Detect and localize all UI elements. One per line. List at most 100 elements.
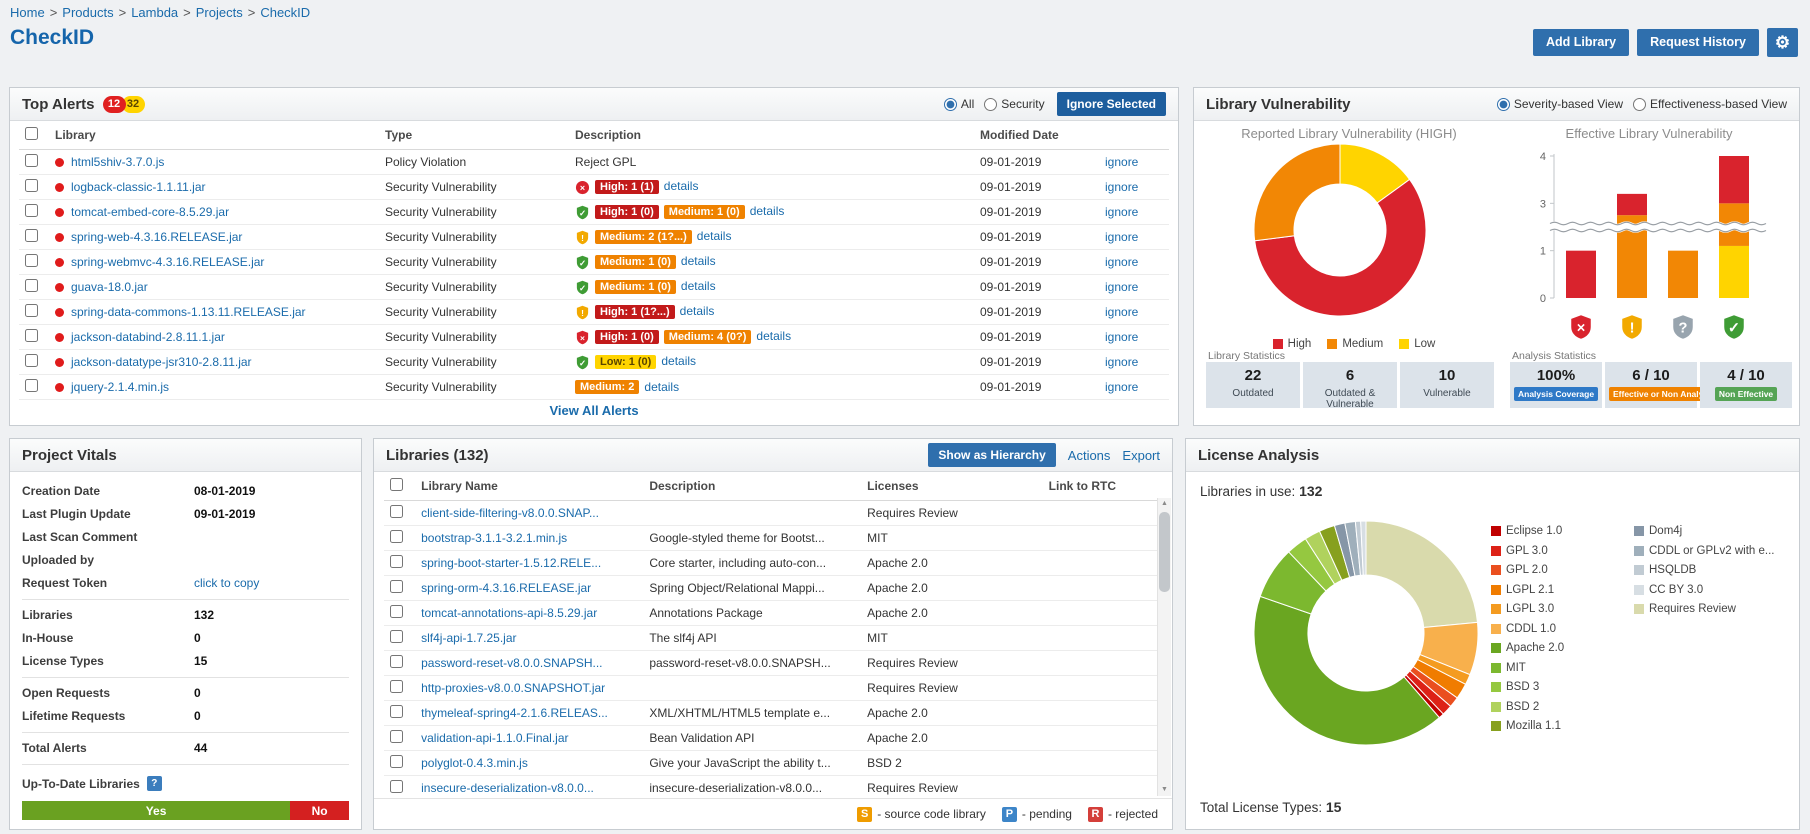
settings-gear-button[interactable]: ⚙ xyxy=(1767,28,1798,57)
ignore-link[interactable]: ignore xyxy=(1105,155,1138,169)
alert-filter-radio-all[interactable]: All xyxy=(944,97,974,111)
library-name-link[interactable]: bootstrap-3.1.1-3.2.1.min.js xyxy=(421,531,567,545)
alert-row-checkbox[interactable] xyxy=(25,229,38,242)
alert-row-checkbox[interactable] xyxy=(25,379,38,392)
breadcrumb-link-checkid[interactable]: CheckID xyxy=(260,5,310,20)
request-history-button[interactable]: Request History xyxy=(1637,29,1759,56)
details-link[interactable]: details xyxy=(750,204,785,218)
show-as-hierarchy-button[interactable]: Show as Hierarchy xyxy=(928,443,1055,467)
alert-row-checkbox[interactable] xyxy=(25,304,38,317)
details-link[interactable]: details xyxy=(756,329,791,343)
details-link[interactable]: details xyxy=(697,229,732,243)
library-name-link[interactable]: tomcat-annotations-api-8.5.29.jar xyxy=(421,606,597,620)
library-row-checkbox[interactable] xyxy=(390,530,403,543)
alert-library-link[interactable]: guava-18.0.jar xyxy=(71,280,148,294)
library-name-link[interactable]: spring-boot-starter-1.5.12.RELE... xyxy=(421,556,601,570)
library-row-checkbox[interactable] xyxy=(390,605,403,618)
library-row-checkbox[interactable] xyxy=(390,505,403,518)
library-row-checkbox[interactable] xyxy=(390,580,403,593)
legend-label: Mozilla 1.1 xyxy=(1506,720,1561,732)
alert-status-dot xyxy=(55,258,64,267)
view-all-alerts-link[interactable]: View All Alerts xyxy=(549,403,638,418)
alert-library-link[interactable]: spring-web-4.3.16.RELEASE.jar xyxy=(71,230,242,244)
vuln-view-radio-severity-based-view[interactable]: Severity-based View xyxy=(1497,97,1623,111)
ignore-selected-button[interactable]: Ignore Selected xyxy=(1057,92,1166,116)
alert-row-checkbox[interactable] xyxy=(25,204,38,217)
select-all-alerts-checkbox[interactable] xyxy=(25,127,38,140)
vuln-view-radio-input[interactable] xyxy=(1633,98,1646,111)
footer-legend-text: - pending xyxy=(1022,807,1072,821)
alert-library-link[interactable]: spring-webmvc-4.3.16.RELEASE.jar xyxy=(71,255,264,269)
ignore-link[interactable]: ignore xyxy=(1105,305,1138,319)
reported-vulnerability-donut-chart xyxy=(1252,142,1428,318)
svg-text:✓: ✓ xyxy=(579,282,586,292)
license-legend-item: Requires Review xyxy=(1634,603,1774,615)
alert-row-checkbox[interactable] xyxy=(25,279,38,292)
library-row-checkbox[interactable] xyxy=(390,780,403,793)
vuln-view-radio-effectiveness-based-view[interactable]: Effectiveness-based View xyxy=(1633,97,1787,111)
ignore-link[interactable]: ignore xyxy=(1105,355,1138,369)
breadcrumb-link-lambda[interactable]: Lambda xyxy=(131,5,178,20)
export-link[interactable]: Export xyxy=(1122,448,1160,463)
ignore-link[interactable]: ignore xyxy=(1105,180,1138,194)
alert-library-link[interactable]: jackson-databind-2.8.11.1.jar xyxy=(71,330,225,344)
alert-row-checkbox[interactable] xyxy=(25,154,38,167)
library-name-link[interactable]: password-reset-v8.0.0.SNAPSH... xyxy=(421,656,602,670)
alert-row-checkbox[interactable] xyxy=(25,329,38,342)
details-link[interactable]: details xyxy=(664,179,699,193)
library-row-checkbox[interactable] xyxy=(390,630,403,643)
details-link[interactable]: details xyxy=(681,254,716,268)
details-link[interactable]: details xyxy=(644,380,679,394)
library-row-checkbox[interactable] xyxy=(390,680,403,693)
scroll-up-arrow[interactable]: ▲ xyxy=(1158,498,1171,510)
library-row-checkbox[interactable] xyxy=(390,555,403,568)
library-name-link[interactable]: polyglot-0.4.3.min.js xyxy=(421,756,528,770)
help-icon[interactable]: ? xyxy=(147,776,162,791)
license-donut-chart xyxy=(1246,513,1486,753)
library-row-checkbox[interactable] xyxy=(390,730,403,743)
alert-library-link[interactable]: tomcat-embed-core-8.5.29.jar xyxy=(71,205,229,219)
alert-filter-radio-input[interactable] xyxy=(984,98,997,111)
library-row-checkbox[interactable] xyxy=(390,705,403,718)
library-name-link[interactable]: client-side-filtering-v8.0.0.SNAP... xyxy=(421,506,599,520)
breadcrumb-link-products[interactable]: Products xyxy=(62,5,113,20)
alert-row-checkbox[interactable] xyxy=(25,179,38,192)
library-row-checkbox[interactable] xyxy=(390,655,403,668)
alert-library-link[interactable]: jquery-2.1.4.min.js xyxy=(71,380,169,394)
ignore-link[interactable]: ignore xyxy=(1105,330,1138,344)
vertical-scrollbar[interactable]: ▲ ▼ xyxy=(1157,498,1171,796)
alert-library-link[interactable]: spring-data-commons-1.13.11.RELEASE.jar xyxy=(71,305,306,319)
alert-library-link[interactable]: logback-classic-1.1.11.jar xyxy=(71,180,206,194)
library-name-link[interactable]: insecure-deserialization-v8.0.0... xyxy=(421,781,594,795)
alert-row-checkbox[interactable] xyxy=(25,254,38,267)
library-name-link[interactable]: spring-orm-4.3.16.RELEASE.jar xyxy=(421,581,591,595)
scroll-down-arrow[interactable]: ▼ xyxy=(1158,784,1171,796)
breadcrumb-link-projects[interactable]: Projects xyxy=(196,5,243,20)
alert-library-link[interactable]: jackson-datatype-jsr310-2.8.11.jar xyxy=(71,355,252,369)
library-name-link[interactable]: thymeleaf-spring4-2.1.6.RELEAS... xyxy=(421,706,608,720)
details-link[interactable]: details xyxy=(680,304,715,318)
alert-filter-radio-security[interactable]: Security xyxy=(984,97,1044,111)
alert-library-link[interactable]: html5shiv-3.7.0.js xyxy=(71,155,164,169)
library-name-link[interactable]: slf4j-api-1.7.25.jar xyxy=(421,631,516,645)
details-link[interactable]: details xyxy=(661,354,696,368)
ignore-link[interactable]: ignore xyxy=(1105,255,1138,269)
library-row-checkbox[interactable] xyxy=(390,755,403,768)
stat-value: 6 xyxy=(1307,368,1393,385)
breadcrumb-link-home[interactable]: Home xyxy=(10,5,45,20)
library-name-link[interactable]: http-proxies-v8.0.0.SNAPSHOT.jar xyxy=(421,681,605,695)
library-name-link[interactable]: validation-api-1.1.0.Final.jar xyxy=(421,731,568,745)
vuln-view-radio-input[interactable] xyxy=(1497,98,1510,111)
ignore-link[interactable]: ignore xyxy=(1105,205,1138,219)
ignore-link[interactable]: ignore xyxy=(1105,280,1138,294)
details-link[interactable]: details xyxy=(681,279,716,293)
request-token-copy-link[interactable]: click to copy xyxy=(194,572,259,595)
alert-filter-radio-input[interactable] xyxy=(944,98,957,111)
ignore-link[interactable]: ignore xyxy=(1105,380,1138,394)
add-library-button[interactable]: Add Library xyxy=(1533,29,1629,56)
select-all-libraries-checkbox[interactable] xyxy=(390,478,403,491)
scrollbar-thumb[interactable] xyxy=(1159,512,1170,592)
ignore-link[interactable]: ignore xyxy=(1105,230,1138,244)
alert-row-checkbox[interactable] xyxy=(25,354,38,367)
actions-link[interactable]: Actions xyxy=(1068,448,1111,463)
